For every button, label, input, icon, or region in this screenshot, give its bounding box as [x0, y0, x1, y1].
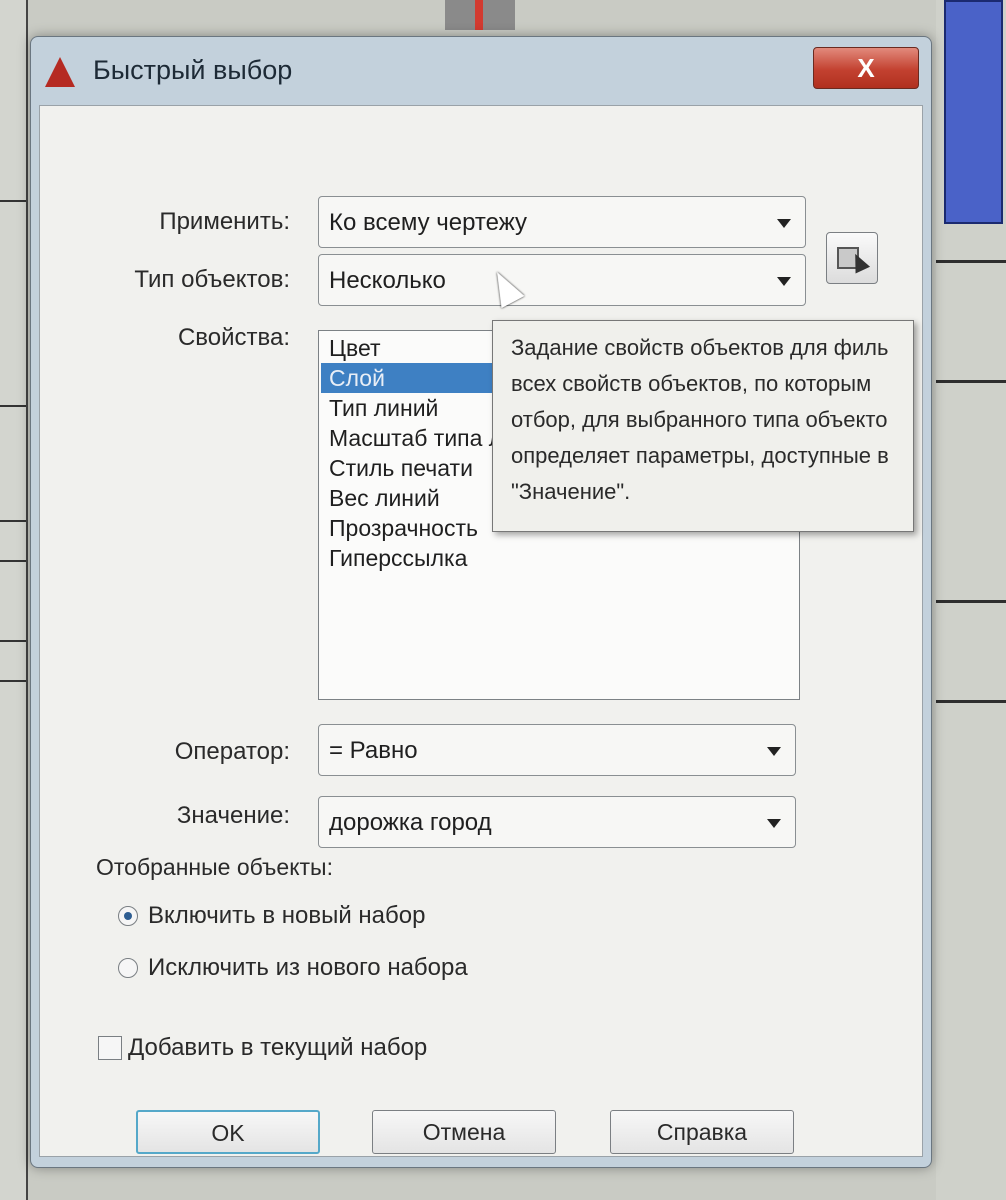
include-radio[interactable]: [118, 906, 138, 926]
ok-button[interactable]: OK: [136, 1110, 320, 1154]
value-value: дорожка город: [329, 809, 492, 836]
exclude-radio-label[interactable]: Исключить из нового набора: [148, 954, 468, 982]
background-drawing-top: [445, 0, 515, 30]
select-objects-button[interactable]: [826, 232, 878, 284]
title-bar[interactable]: Быстрый выбор X: [31, 37, 931, 105]
properties-label: Свойства:: [177, 324, 290, 351]
object-type-dropdown[interactable]: Несколько: [318, 254, 806, 306]
append-checkbox[interactable]: [98, 1036, 122, 1060]
apply-dropdown[interactable]: Ко всему чертежу: [318, 196, 806, 248]
operator-dropdown[interactable]: = Равно: [318, 724, 796, 776]
operator-value: = Равно: [329, 737, 418, 764]
object-type-label: Тип объектов:: [134, 266, 290, 293]
tooltip-line: всех свойств объектов, по которым: [511, 371, 872, 396]
help-button[interactable]: Справка: [610, 1110, 794, 1154]
window-title: Быстрый выбор: [93, 55, 293, 85]
value-label: Значение:: [176, 802, 290, 829]
selected-objects-label: Отобранные объекты:: [96, 854, 333, 880]
apply-label: Применить:: [159, 208, 290, 235]
dialog-body: Применить: Ко всему чертежу Тип объектов…: [39, 105, 923, 1157]
background-drawing-right: [936, 0, 1006, 1200]
apply-value: Ко всему чертежу: [329, 209, 528, 236]
object-type-value: Несколько: [329, 267, 446, 294]
chevron-down-icon: [777, 277, 791, 286]
list-item[interactable]: Гиперссылка: [321, 543, 797, 573]
include-radio-label[interactable]: Включить в новый набор: [148, 902, 425, 930]
cancel-button[interactable]: Отмена: [372, 1110, 556, 1154]
operator-label: Оператор:: [174, 738, 290, 765]
background-drawing-left: [0, 0, 28, 1200]
autocad-logo-icon: [45, 57, 75, 87]
tooltip-line: отбор, для выбранного типа объекто: [511, 407, 888, 432]
properties-tooltip: Задание свойств объектов для филь всех с…: [492, 320, 914, 532]
tooltip-line: "Значение".: [511, 479, 631, 504]
quick-select-dialog: Быстрый выбор X Применить: Ко всему черт…: [30, 36, 932, 1168]
exclude-radio[interactable]: [118, 958, 138, 978]
tooltip-line: определяет параметры, доступные в: [511, 443, 889, 468]
chevron-down-icon: [767, 819, 781, 828]
append-checkbox-label[interactable]: Добавить в текущий набор: [128, 1034, 427, 1062]
value-dropdown[interactable]: дорожка город: [318, 796, 796, 848]
tooltip-line: Задание свойств объектов для филь: [511, 335, 889, 360]
chevron-down-icon: [767, 747, 781, 756]
chevron-down-icon: [777, 219, 791, 228]
close-button[interactable]: X: [813, 47, 919, 89]
